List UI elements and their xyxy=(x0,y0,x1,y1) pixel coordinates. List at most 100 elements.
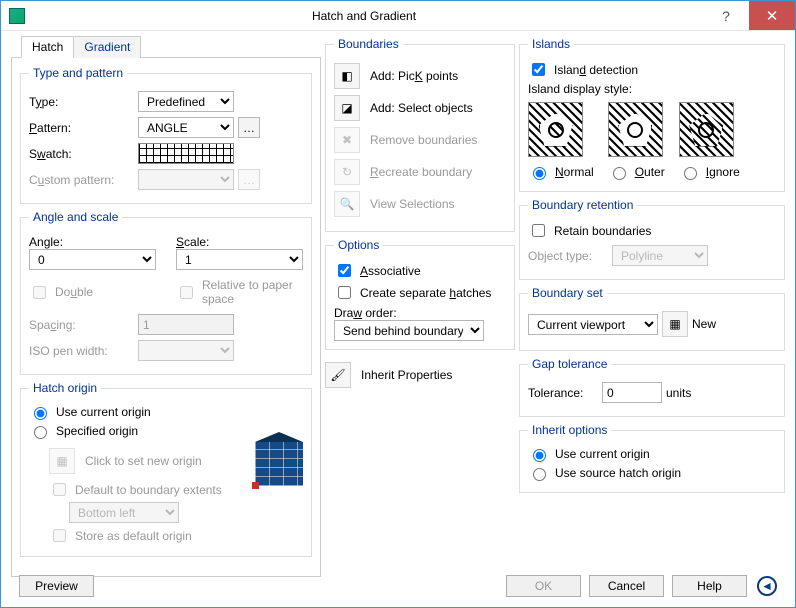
default-extents-checkbox: Default to boundary extents xyxy=(49,480,243,499)
help-titlebar-button[interactable]: ? xyxy=(703,1,749,30)
tab-gradient[interactable]: Gradient xyxy=(73,36,141,58)
island-outer-preview[interactable] xyxy=(608,102,663,157)
spacing-input xyxy=(138,314,234,335)
boundary-set-new-icon[interactable]: ▦ xyxy=(662,311,688,337)
close-button[interactable]: ✕ xyxy=(749,1,795,30)
island-normal-preview[interactable] xyxy=(528,102,583,157)
scale-label: Scale: xyxy=(176,235,303,249)
tab-strip: Hatch Gradient xyxy=(21,36,321,58)
iso-pen-label: ISO pen width: xyxy=(29,344,134,358)
custom-pattern-select xyxy=(138,169,234,190)
remove-boundaries-label: Remove boundaries xyxy=(370,133,477,147)
inherit-options-legend: Inherit options xyxy=(528,423,611,437)
separate-hatches-checkbox[interactable]: Create separate hatches xyxy=(334,283,506,302)
object-type-label: Object type: xyxy=(528,249,608,263)
draw-order-label: Draw order: xyxy=(334,306,506,320)
ok-button[interactable]: OK xyxy=(506,575,581,597)
islands-legend: Islands xyxy=(528,37,574,51)
dialog-window: Hatch and Gradient ? ✕ Hatch Gradient Ty… xyxy=(0,0,796,608)
retain-boundaries-checkbox[interactable]: Retain boundaries xyxy=(528,221,776,240)
type-label: Type: xyxy=(29,95,134,109)
tab-hatch[interactable]: Hatch xyxy=(21,36,74,58)
set-origin-icon: ▦ xyxy=(49,448,75,474)
inherit-use-source-radio[interactable]: Use source hatch origin xyxy=(528,465,776,481)
titlebar: Hatch and Gradient ? ✕ xyxy=(1,1,795,31)
dialog-title: Hatch and Gradient xyxy=(25,9,703,23)
double-checkbox: Double xyxy=(29,283,156,302)
view-selections-icon: 🔍 xyxy=(334,191,360,217)
boundary-set-select[interactable]: Current viewport xyxy=(528,314,658,335)
angle-scale-legend: Angle and scale xyxy=(29,210,122,224)
pattern-label: Pattern: xyxy=(29,121,134,135)
left-column: Hatch Gradient Type and pattern Type: Pr… xyxy=(11,35,321,607)
pattern-browse-button[interactable]: … xyxy=(238,117,260,138)
view-selections-label: View Selections xyxy=(370,197,455,211)
island-ignore-preview[interactable] xyxy=(679,102,734,157)
select-objects-icon[interactable]: ◪ xyxy=(334,95,360,121)
inherit-use-current-radio[interactable]: Use current origin xyxy=(528,446,776,462)
draw-order-select[interactable]: Send behind boundary xyxy=(334,320,484,341)
spacing-label: Spacing: xyxy=(29,318,134,332)
boundaries-group: Boundaries ◧ Add: PicK points ◪ Add: Sel… xyxy=(325,37,515,232)
use-current-origin-radio[interactable]: Use current origin xyxy=(29,404,303,420)
select-objects-label[interactable]: Add: Select objects xyxy=(370,101,473,115)
tolerance-input[interactable] xyxy=(602,382,662,403)
options-group: Options Associative Create separate hatc… xyxy=(325,238,515,350)
pattern-select[interactable]: ANGLE xyxy=(138,117,234,138)
store-default-origin-checkbox: Store as default origin xyxy=(49,526,243,545)
inherit-properties-label[interactable]: Inherit Properties xyxy=(361,368,452,382)
pick-points-label[interactable]: Add: PicK points xyxy=(370,69,458,83)
type-pattern-group: Type and pattern Type: Predefined Patter… xyxy=(20,66,312,204)
middle-column: Boundaries ◧ Add: PicK points ◪ Add: Sel… xyxy=(325,35,515,607)
object-type-select: Polyline xyxy=(612,245,708,266)
custom-pattern-browse-button: … xyxy=(238,169,260,190)
recreate-boundary-label: Recreate boundary xyxy=(370,165,472,179)
boundary-set-new-label[interactable]: New xyxy=(692,317,716,331)
type-select[interactable]: Predefined xyxy=(138,91,234,112)
boundary-set-legend: Boundary set xyxy=(528,286,607,300)
island-detection-checkbox[interactable]: Island detection xyxy=(528,60,776,79)
boundary-set-group: Boundary set Current viewport ▦ New xyxy=(519,286,785,351)
options-legend: Options xyxy=(334,238,383,252)
type-pattern-legend: Type and pattern xyxy=(29,66,127,80)
click-new-origin-label: Click to set new origin xyxy=(85,454,202,468)
tolerance-units: units xyxy=(666,386,691,400)
help-button[interactable]: Help xyxy=(672,575,747,597)
tab-panel: Type and pattern Type: Predefined Patter… xyxy=(11,57,321,577)
iso-pen-select xyxy=(138,340,234,361)
titlebar-buttons: ? ✕ xyxy=(703,1,795,30)
preview-button[interactable]: Preview xyxy=(19,575,94,597)
inherit-properties-icon[interactable]: 🖌 xyxy=(325,362,351,388)
gap-tolerance-legend: Gap tolerance xyxy=(528,357,611,371)
angle-select[interactable]: 0 xyxy=(29,249,156,270)
gap-tolerance-group: Gap tolerance Tolerance: units xyxy=(519,357,785,417)
right-column: Islands Island detection Island display … xyxy=(519,35,785,607)
dialog-buttons: Preview OK Cancel Help ◄ xyxy=(19,575,777,597)
angle-scale-group: Angle and scale Angle: 0 Scale: 1 Double xyxy=(20,210,312,375)
boundary-retention-legend: Boundary retention xyxy=(528,198,637,212)
app-icon xyxy=(9,8,25,24)
relative-checkbox: Relative to paper space xyxy=(176,278,303,306)
angle-label: Angle: xyxy=(29,235,156,249)
boundary-retention-group: Boundary retention Retain boundaries Obj… xyxy=(519,198,785,280)
dialog-content: Hatch Gradient Type and pattern Type: Pr… xyxy=(1,31,795,607)
island-ignore-radio[interactable]: Ignore xyxy=(679,164,740,180)
island-outer-radio[interactable]: Outer xyxy=(608,164,665,180)
inherit-options-group: Inherit options Use current origin Use s… xyxy=(519,423,785,493)
swatch-preview[interactable] xyxy=(138,143,234,164)
swatch-label: Swatch: xyxy=(29,147,134,161)
scale-select[interactable]: 1 xyxy=(176,249,303,270)
boundaries-legend: Boundaries xyxy=(334,37,403,51)
island-normal-radio[interactable]: Normal xyxy=(528,164,594,180)
hatch-origin-group: Hatch origin Use current origin Specifie… xyxy=(20,381,312,557)
origin-preview-icon xyxy=(255,442,303,486)
recreate-boundary-icon: ↻ xyxy=(334,159,360,185)
cancel-button[interactable]: Cancel xyxy=(589,575,664,597)
associative-checkbox[interactable]: Associative xyxy=(334,261,506,280)
custom-pattern-label: Custom pattern: xyxy=(29,173,134,187)
collapse-arrow-icon[interactable]: ◄ xyxy=(757,576,777,596)
pick-points-icon[interactable]: ◧ xyxy=(334,63,360,89)
origin-anchor-select: Bottom left xyxy=(69,502,179,523)
islands-group: Islands Island detection Island display … xyxy=(519,37,785,192)
tolerance-label: Tolerance: xyxy=(528,386,598,400)
